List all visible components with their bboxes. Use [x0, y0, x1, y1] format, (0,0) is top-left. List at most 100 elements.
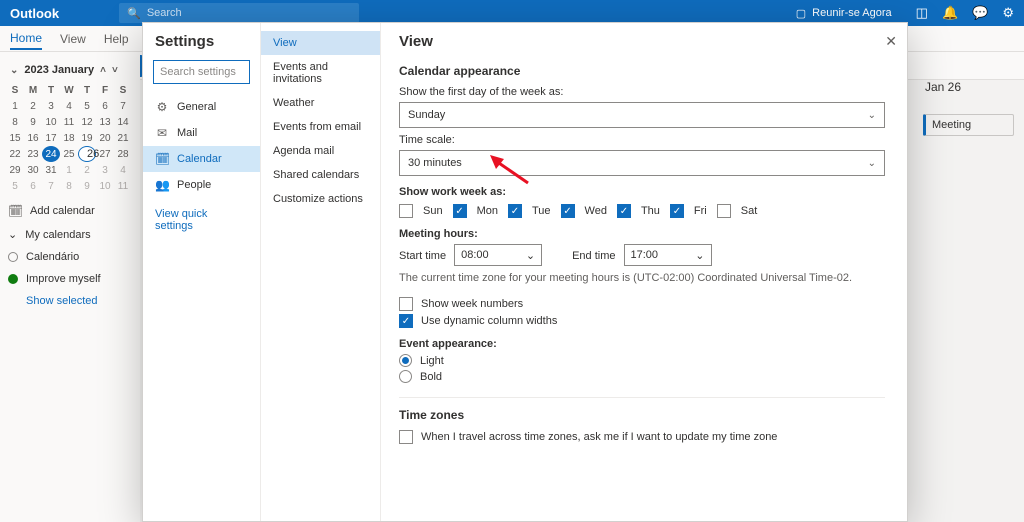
checkbox-wed[interactable]: ✓: [561, 204, 575, 218]
mini-cal-day[interactable]: 12: [78, 114, 96, 130]
mini-cal-day[interactable]: 22: [6, 146, 24, 162]
view-quick-settings-link[interactable]: View quick settings: [143, 198, 260, 242]
mini-cal-day[interactable]: 10: [42, 114, 60, 130]
day-label: Jan 26: [919, 80, 1024, 94]
checkbox-thu[interactable]: ✓: [617, 204, 631, 218]
category-people[interactable]: 👥 People: [143, 172, 260, 198]
checked-circle-icon[interactable]: [8, 274, 18, 284]
start-time-select[interactable]: 08:00⌄: [454, 244, 542, 266]
calendar-item[interactable]: Calendário: [8, 251, 134, 263]
category-general[interactable]: ⚙ General: [143, 94, 260, 120]
section-calendar-appearance: Calendar appearance: [399, 64, 885, 78]
chevron-down-icon: ⌄: [868, 110, 876, 121]
mini-cal-day[interactable]: 17: [42, 130, 60, 146]
chevron-down-icon: ⌄: [526, 249, 535, 262]
mini-cal-day[interactable]: 2: [24, 98, 42, 114]
sub-events-from-email[interactable]: Events from email: [261, 115, 380, 139]
sub-weather[interactable]: Weather: [261, 91, 380, 115]
mini-cal-day[interactable]: 14: [114, 114, 132, 130]
checkbox-travel-tz[interactable]: [399, 430, 413, 444]
mini-cal-day[interactable]: 6: [24, 178, 42, 194]
mini-cal-day[interactable]: 3: [96, 162, 114, 178]
mini-cal-day[interactable]: 30: [24, 162, 42, 178]
mini-cal-day[interactable]: 15: [6, 130, 24, 146]
calendar-item[interactable]: Improve myself: [8, 273, 134, 285]
mini-cal-day[interactable]: 9: [78, 178, 96, 194]
radio-light[interactable]: [399, 354, 412, 367]
notifications-icon[interactable]: 🔔: [942, 5, 958, 21]
unchecked-circle-icon[interactable]: [8, 252, 18, 262]
mini-cal-day[interactable]: 7: [42, 178, 60, 194]
mini-cal-day[interactable]: 23: [24, 146, 42, 162]
mini-cal-day[interactable]: 19: [78, 130, 96, 146]
mini-cal-day[interactable]: 6: [96, 98, 114, 114]
mini-cal-day[interactable]: 2: [78, 162, 96, 178]
add-calendar-button[interactable]: 🗓 Add calendar: [8, 204, 134, 218]
end-time-select[interactable]: 17:00⌄: [624, 244, 712, 266]
calendar-plus-icon: 🗓: [8, 204, 22, 218]
mini-cal-day[interactable]: 8: [6, 114, 24, 130]
mini-cal-day[interactable]: 5: [78, 98, 96, 114]
chevron-down-icon: ⌄: [695, 249, 704, 262]
mini-cal-day[interactable]: 13: [96, 114, 114, 130]
video-icon: ▢: [796, 7, 806, 20]
settings-search-input[interactable]: Search settings: [153, 60, 250, 84]
chevron-up-icon[interactable]: ˄: [100, 65, 106, 76]
time-scale-select[interactable]: 30 minutes ⌄: [399, 150, 885, 176]
checkbox-sat[interactable]: [717, 204, 731, 218]
ribbon-help[interactable]: Help: [104, 32, 129, 46]
checkbox-week-numbers[interactable]: [399, 297, 413, 311]
sub-events-invitations[interactable]: Events and invitations: [261, 55, 380, 91]
day-icon[interactable]: ◫: [916, 5, 928, 21]
sidebar: ⌄ 2023 January ˄ ˅ SMTWTFS12345678910111…: [0, 52, 140, 522]
ribbon-view[interactable]: View: [60, 32, 86, 46]
close-icon[interactable]: ✕: [885, 33, 897, 50]
mini-cal-day[interactable]: 3: [42, 98, 60, 114]
mini-cal-day[interactable]: 10: [96, 178, 114, 194]
mini-cal-day[interactable]: 29: [6, 162, 24, 178]
mini-cal-day[interactable]: 31: [42, 162, 60, 178]
mini-cal-day[interactable]: 4: [60, 98, 78, 114]
mini-cal-day[interactable]: 25: [60, 146, 78, 162]
mini-cal-day[interactable]: 5: [6, 178, 24, 194]
mini-cal-day[interactable]: 8: [60, 178, 78, 194]
checkbox-dynamic-widths[interactable]: ✓: [399, 314, 413, 328]
mini-cal-day[interactable]: 20: [96, 130, 114, 146]
checkbox-sun[interactable]: [399, 204, 413, 218]
mini-cal-day[interactable]: 1: [6, 98, 24, 114]
global-search[interactable]: 🔍 Search: [119, 3, 359, 23]
chevron-down-icon[interactable]: ⌄: [10, 65, 18, 76]
sub-view[interactable]: View: [261, 31, 380, 55]
my-calendars-toggle[interactable]: ⌄ My calendars: [8, 228, 134, 241]
category-mail[interactable]: ✉ Mail: [143, 120, 260, 146]
first-day-select[interactable]: Sunday ⌄: [399, 102, 885, 128]
sub-shared-calendars[interactable]: Shared calendars: [261, 163, 380, 187]
mini-cal-day[interactable]: 16: [24, 130, 42, 146]
mini-cal-day[interactable]: 7: [114, 98, 132, 114]
radio-bold[interactable]: [399, 370, 412, 383]
mini-cal-day[interactable]: 1: [60, 162, 78, 178]
mini-cal-day[interactable]: 24: [42, 146, 60, 162]
checkbox-fri[interactable]: ✓: [670, 204, 684, 218]
checkbox-mon[interactable]: ✓: [453, 204, 467, 218]
mini-cal-day[interactable]: 4: [114, 162, 132, 178]
ribbon-home[interactable]: Home: [10, 31, 42, 50]
show-selected-link[interactable]: Show selected: [26, 295, 134, 307]
mini-cal-day[interactable]: 26: [78, 146, 96, 162]
chevron-down-icon[interactable]: ˅: [112, 65, 118, 76]
meet-now-button[interactable]: ▢ Reunir-se Agora: [796, 7, 892, 20]
mini-calendar[interactable]: SMTWTFS123456789101112131415161718192021…: [6, 82, 132, 194]
event-card[interactable]: Meeting: [923, 114, 1014, 136]
sub-agenda-mail[interactable]: Agenda mail: [261, 139, 380, 163]
mini-cal-day[interactable]: 21: [114, 130, 132, 146]
category-calendar[interactable]: 🗓 Calendar: [143, 146, 260, 172]
mini-cal-day[interactable]: 18: [60, 130, 78, 146]
mini-cal-day[interactable]: 28: [114, 146, 132, 162]
sub-customize-actions[interactable]: Customize actions: [261, 187, 380, 211]
settings-icon[interactable]: ⚙: [1002, 5, 1014, 21]
checkbox-tue[interactable]: ✓: [508, 204, 522, 218]
chat-icon[interactable]: 💬: [972, 5, 988, 21]
mini-cal-day[interactable]: 11: [60, 114, 78, 130]
mini-cal-day[interactable]: 9: [24, 114, 42, 130]
mini-cal-day[interactable]: 11: [114, 178, 132, 194]
